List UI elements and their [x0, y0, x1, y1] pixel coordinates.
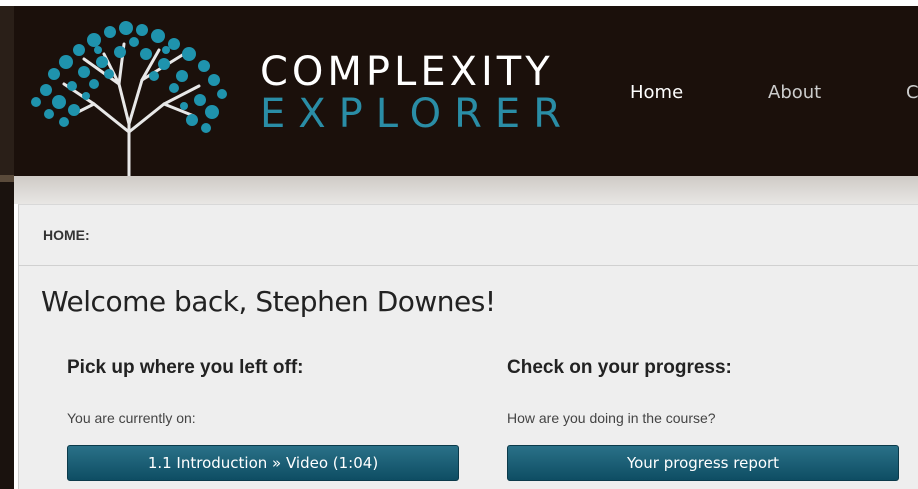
nav-home[interactable]: Home: [630, 82, 683, 103]
nav-next-truncated[interactable]: C: [906, 82, 918, 103]
nav-about[interactable]: About: [768, 82, 821, 103]
main-content-panel: HOME: Welcome back, Stephen Downes! Pick…: [18, 204, 918, 489]
progress-question-label: How are you doing in the course?: [507, 410, 716, 426]
progress-heading: Check on your progress:: [507, 357, 732, 378]
header-shadow-band: [14, 176, 918, 204]
site-header: COMPLEXITY EXPLORER Home About C: [14, 6, 918, 176]
page-edge: [0, 0, 14, 489]
breadcrumb-divider: [19, 265, 918, 266]
current-lesson-label: You are currently on:: [67, 410, 196, 426]
breadcrumb: HOME:: [43, 227, 90, 243]
main-nav: Home About C: [14, 82, 918, 106]
welcome-heading: Welcome back, Stephen Downes!: [41, 285, 496, 318]
resume-lesson-button[interactable]: 1.1 Introduction » Video (1:04): [67, 445, 459, 481]
progress-report-button[interactable]: Your progress report: [507, 445, 899, 481]
resume-heading: Pick up where you left off:: [67, 357, 304, 378]
